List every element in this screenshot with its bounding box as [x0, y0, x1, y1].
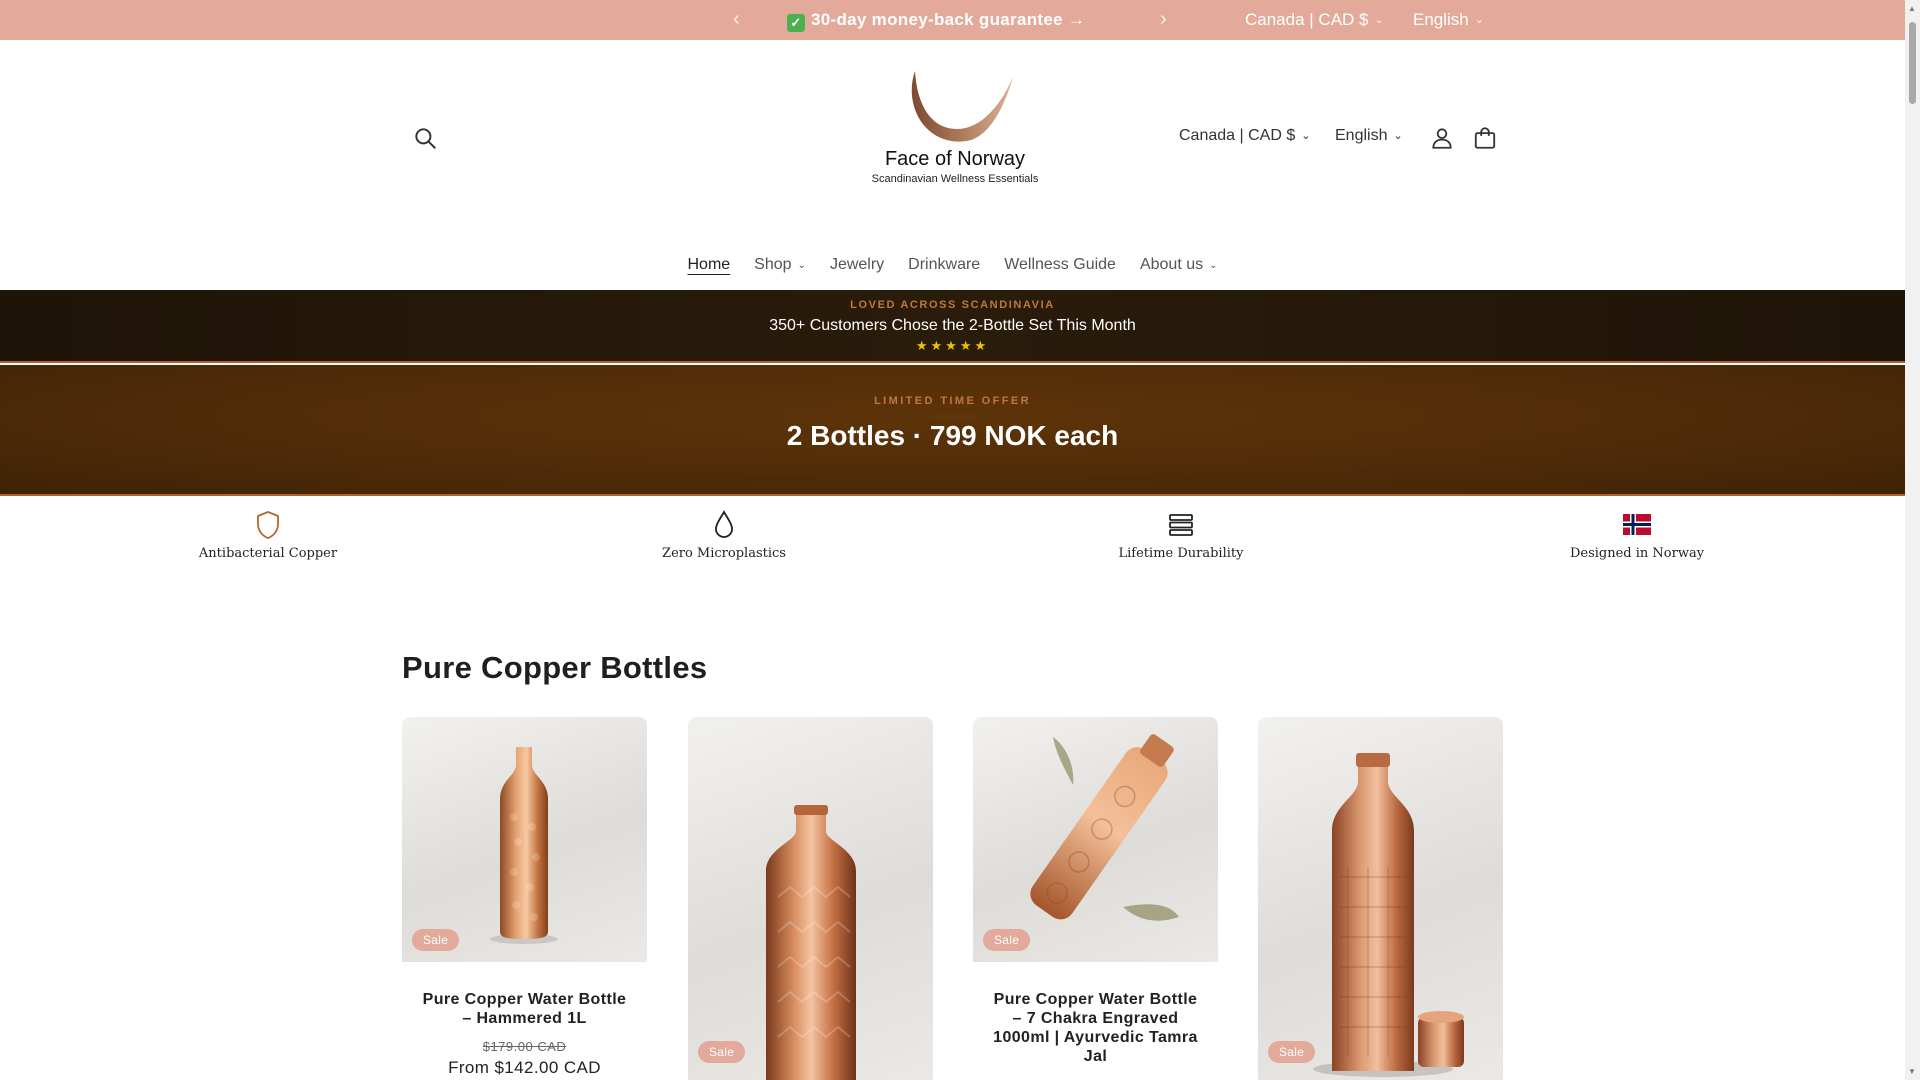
- copper-bottle-image: [490, 747, 558, 944]
- feature-label: Zero Microplastics: [662, 546, 786, 561]
- chevron-down-icon: ⌄: [1301, 130, 1311, 142]
- product-info: Pure Copper Water Bottle – 7 Chakra Engr…: [973, 962, 1218, 1066]
- shield-icon: [257, 511, 279, 539]
- product-title[interactable]: Pure Copper Water Bottle – 7 Chakra Engr…: [991, 990, 1200, 1066]
- feature-antibacterial: Antibacterial Copper: [148, 510, 388, 561]
- product-info: Pure Copper Water Bottle – Hammered 1L $…: [402, 962, 647, 1078]
- site-logo[interactable]: Face of Norway Scandinavian Wellness Ess…: [855, 65, 1055, 185]
- copper-bottle-image: [766, 805, 856, 1080]
- language-label: English: [1335, 127, 1388, 144]
- offer-banner[interactable]: LIMITED TIME OFFER 2 Bottles · 799 NOK e…: [0, 365, 1905, 496]
- chevron-down-icon: ⌄: [1474, 14, 1484, 26]
- announcement-text: 30-day money-back guarantee →: [811, 10, 1086, 29]
- nav-label: Home: [687, 256, 731, 273]
- product-title[interactable]: Pure Copper Water Bottle – Hammered 1L: [420, 990, 629, 1028]
- feature-label: Lifetime Durability: [1118, 546, 1244, 561]
- nav-item-jewelry[interactable]: Jewelry: [818, 256, 896, 274]
- language-label: English: [1413, 10, 1469, 29]
- layers-icon: [1169, 514, 1193, 536]
- announcement-link[interactable]: ✓ 30-day money-back guarantee →: [787, 10, 1085, 32]
- product-card[interactable]: Sale Pure Copper Water Bottle – Hammered…: [402, 717, 647, 1078]
- water-drop-icon: [715, 510, 733, 538]
- logo-swoosh-icon: [911, 71, 1013, 142]
- star-rating-icon: ★★★★★: [915, 338, 990, 353]
- chevron-down-icon: ⌄: [1209, 260, 1218, 271]
- chevron-right-icon[interactable]: ›: [1160, 8, 1167, 31]
- sale-badge: Sale: [412, 929, 460, 951]
- scrollbar-thumb[interactable]: [1909, 22, 1916, 104]
- announcement-bar: ‹ ✓ 30-day money-back guarantee → › Canad…: [0, 0, 1905, 40]
- page-scrollbar[interactable]: ▲ ▼: [1905, 0, 1920, 1080]
- feature-zero-microplastics: Zero Microplastics: [604, 510, 844, 561]
- page: ‹ ✓ 30-day money-back guarantee → › Canad…: [0, 0, 1920, 1080]
- currency-label: Canada | CAD $: [1179, 127, 1296, 144]
- product-price: From $142.00 CAD: [448, 1058, 601, 1077]
- chevron-down-icon: ⌄: [797, 260, 806, 271]
- product-card[interactable]: Sale: [688, 717, 933, 1080]
- currency-label: Canada | CAD $: [1245, 10, 1369, 29]
- language-selector-top[interactable]: English ⌄: [1413, 10, 1484, 30]
- chevron-down-icon: ⌄: [1393, 130, 1403, 142]
- currency-selector-top[interactable]: Canada | CAD $ ⌄: [1245, 10, 1384, 30]
- offer-kicker: LIMITED TIME OFFER: [874, 395, 1031, 407]
- collection-title: Pure Copper Bottles: [402, 650, 708, 685]
- nav-label: Wellness Guide: [1004, 256, 1116, 273]
- copper-bottle-image: [1030, 734, 1179, 921]
- product-image[interactable]: Sale: [1258, 717, 1503, 1080]
- feature-lifetime-durability: Lifetime Durability: [1061, 510, 1301, 561]
- nav-label: Jewelry: [829, 256, 885, 273]
- site-header: Face of Norway Scandinavian Wellness Ess…: [0, 40, 1905, 290]
- product-card[interactable]: Sale Pure Copper Water Bottle – 7 Chakra…: [973, 717, 1218, 1066]
- feature-designed-in-norway: Designed in Norway: [1517, 510, 1757, 561]
- check-mark-icon: ✓: [787, 14, 805, 32]
- nav-item-home[interactable]: Home: [675, 256, 742, 274]
- nav-item-shop[interactable]: Shop ⌄: [742, 256, 818, 274]
- scroll-up-arrow-icon[interactable]: ▲: [1908, 4, 1916, 13]
- account-icon[interactable]: [1429, 125, 1455, 151]
- language-selector[interactable]: English ⌄: [1335, 127, 1403, 145]
- scroll-down-arrow-icon[interactable]: ▼: [1908, 1067, 1916, 1076]
- product-image[interactable]: Sale: [688, 717, 933, 1080]
- brand-name: Face of Norway: [884, 148, 1026, 170]
- product-image[interactable]: Sale: [402, 717, 647, 962]
- currency-selector[interactable]: Canada | CAD $ ⌄: [1179, 127, 1310, 145]
- social-proof-headline: 350+ Customers Chose the 2-Bottle Set Th…: [769, 317, 1136, 334]
- product-card[interactable]: Sale: [1258, 717, 1503, 1080]
- search-icon[interactable]: [412, 125, 438, 151]
- social-proof-banner: LOVED ACROSS SCANDINAVIA 350+ Customers …: [0, 290, 1905, 363]
- offer-headline: 2 Bottles · 799 NOK each: [786, 420, 1119, 451]
- feature-label: Antibacterial Copper: [198, 546, 338, 561]
- main-navigation: Home Shop ⌄ Jewelry Drinkware Wellness Gu…: [0, 256, 1905, 290]
- social-proof-kicker: LOVED ACROSS SCANDINAVIA: [850, 299, 1055, 311]
- brand-tagline: Scandinavian Wellness Essentials: [871, 173, 1039, 185]
- nav-item-wellness-guide[interactable]: Wellness Guide: [992, 256, 1128, 274]
- copper-bottle-image: [1313, 753, 1464, 1077]
- sale-badge: Sale: [698, 1041, 746, 1063]
- nav-label: Shop: [754, 256, 792, 273]
- nav-label: About us: [1139, 256, 1204, 273]
- nav-item-about-us[interactable]: About us ⌄: [1128, 256, 1230, 274]
- cart-icon[interactable]: [1472, 125, 1498, 151]
- feature-row: Antibacterial Copper Zero Microplastics …: [0, 498, 1905, 578]
- nav-label: Drinkware: [908, 256, 981, 273]
- norway-flag-icon: [1623, 514, 1651, 535]
- sale-badge: Sale: [1268, 1041, 1316, 1063]
- feature-label: Designed in Norway: [1569, 546, 1705, 561]
- chevron-left-icon[interactable]: ‹: [733, 8, 740, 31]
- product-image[interactable]: Sale: [973, 717, 1218, 962]
- sale-badge: Sale: [983, 929, 1031, 951]
- nav-item-drinkware[interactable]: Drinkware: [896, 256, 992, 274]
- compare-at-price: $179.00 CAD: [482, 1039, 567, 1054]
- chevron-down-icon: ⌄: [1374, 14, 1384, 26]
